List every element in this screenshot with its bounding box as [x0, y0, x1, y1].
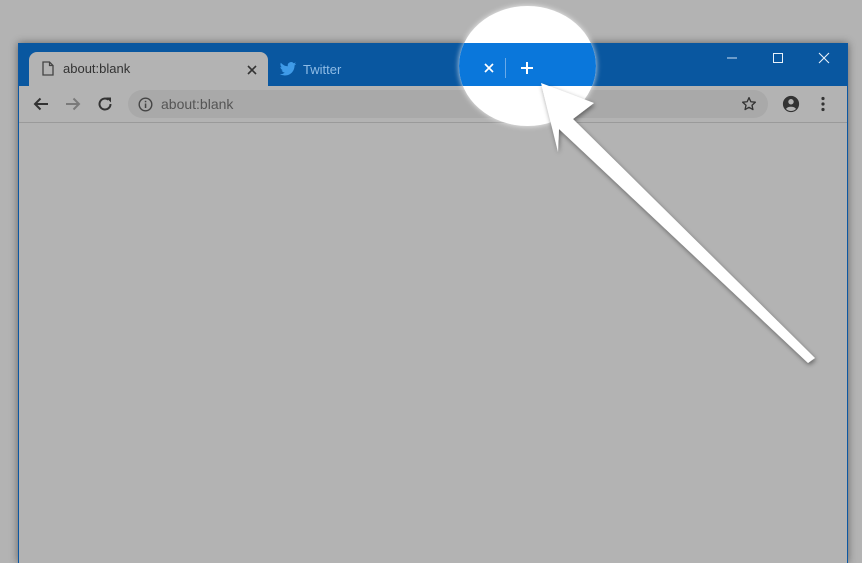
pointer-arrow-annotation — [541, 83, 815, 363]
